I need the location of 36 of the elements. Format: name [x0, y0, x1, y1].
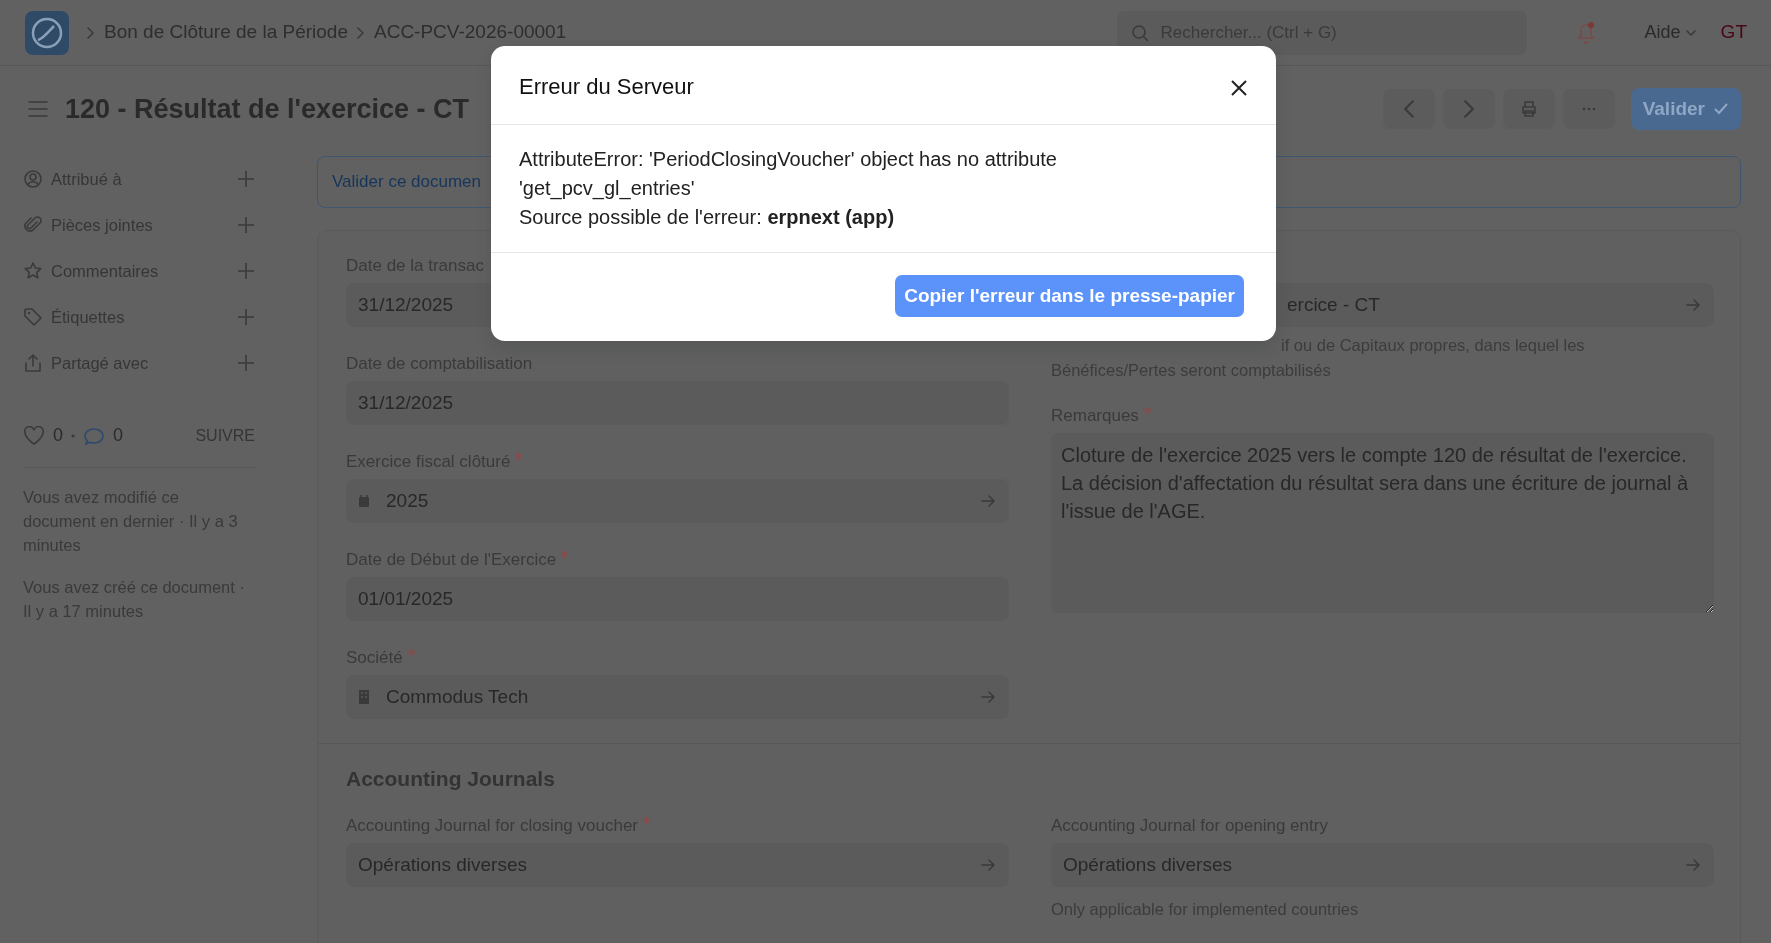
- help-menu[interactable]: Aide: [1644, 19, 1697, 46]
- plus-icon[interactable]: [237, 354, 255, 372]
- print-button[interactable]: [1502, 89, 1555, 129]
- check-icon: [1713, 102, 1729, 116]
- menu-icon[interactable]: [27, 99, 49, 119]
- arrow-right-icon[interactable]: [979, 688, 997, 706]
- upload-icon: [23, 353, 43, 373]
- heart-icon[interactable]: [23, 425, 45, 446]
- printer-icon: [1519, 100, 1538, 118]
- arrow-right-icon[interactable]: [979, 492, 997, 510]
- error-message: Source possible de l'erreur: erpnext (app): [519, 205, 896, 231]
- plus-icon[interactable]: [237, 216, 255, 234]
- chevron-icon: [86, 25, 96, 40]
- tag-icon: [23, 307, 43, 327]
- star-icon: [23, 261, 43, 281]
- app-logo[interactable]: [24, 9, 70, 56]
- plus-icon[interactable]: [237, 308, 255, 326]
- comment-icon[interactable]: [83, 425, 105, 446]
- arrow-right-icon[interactable]: [1684, 296, 1702, 314]
- copy-error-button[interactable]: Copier l'erreur dans le presse-papier: [895, 275, 1244, 318]
- plus-icon[interactable]: [237, 170, 255, 188]
- page-title: 120 - Résultat de l'exercice - CT: [65, 92, 470, 126]
- calendar-icon: [358, 494, 370, 508]
- ellipsis-icon: [1581, 107, 1596, 111]
- avatar[interactable]: GT: [1720, 18, 1747, 47]
- dialog-title: Erreur du Serveur: [519, 74, 694, 101]
- building-icon: [358, 689, 370, 705]
- next-button[interactable]: [1442, 89, 1495, 129]
- previous-button[interactable]: [1382, 89, 1435, 129]
- chevron-icon: [356, 25, 366, 40]
- submit-button[interactable]: Valider: [1630, 88, 1741, 130]
- more-button[interactable]: [1562, 89, 1615, 129]
- close-icon: [1230, 78, 1248, 97]
- plus-icon[interactable]: [237, 262, 255, 280]
- caret-icon: [1684, 27, 1697, 38]
- paperclip-icon: [23, 215, 43, 235]
